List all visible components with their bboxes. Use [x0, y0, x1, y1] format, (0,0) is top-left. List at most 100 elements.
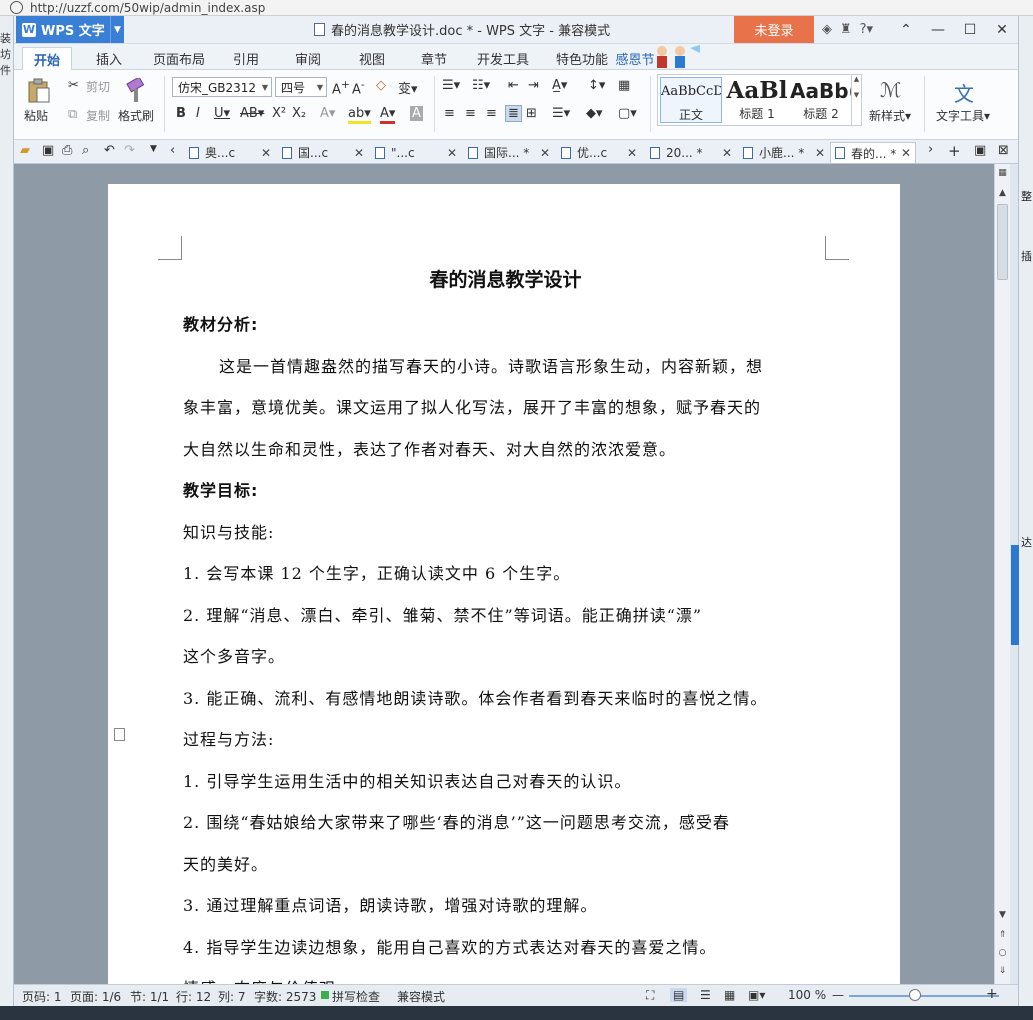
status-column[interactable]: 列: 7 — [218, 988, 246, 1005]
paragraph-layout-icon[interactable] — [114, 728, 125, 741]
close-tab-icon[interactable]: ✕ — [540, 146, 550, 160]
paste-button[interactable]: 粘贴 — [24, 107, 48, 124]
status-pages[interactable]: 页面: 1/6 — [70, 988, 121, 1005]
web-view-icon[interactable]: ▣▾ — [748, 988, 765, 1002]
close-tab-icon[interactable]: ✕ — [627, 146, 637, 160]
zoom-out-icon[interactable]: — — [832, 988, 844, 1002]
quick-access-dropdown-icon[interactable]: ▼ — [150, 144, 157, 154]
login-button[interactable]: 未登录 — [734, 16, 814, 43]
tab-chapter[interactable]: 章节 — [414, 47, 454, 70]
table-icon[interactable]: ▦ — [618, 78, 630, 93]
asian-layout-icon[interactable]: A̲▾ — [552, 78, 567, 93]
shading-icon[interactable]: ◆▾ — [586, 106, 603, 121]
scrollbar-top-icon[interactable]: ▦ — [995, 166, 1010, 180]
new-tab-icon[interactable]: + — [948, 142, 961, 160]
save-icon[interactable]: ▣ — [42, 143, 54, 158]
font-color-icon[interactable]: A▾ — [380, 106, 396, 124]
document-tab[interactable]: 小鹿... * ✕ — [743, 142, 825, 163]
text-tools-button[interactable]: 文字工具 ▾ — [936, 107, 990, 124]
cut-button[interactable]: 剪切 — [86, 78, 110, 95]
tab-developer[interactable]: 开发工具 — [474, 47, 532, 70]
align-center-icon[interactable]: ≡ — [465, 106, 476, 121]
new-style-icon[interactable]: ℳ — [880, 78, 901, 102]
line-spacing-icon[interactable]: ☰▾ — [552, 106, 570, 121]
tab-references[interactable]: 引用 — [226, 47, 266, 70]
status-section[interactable]: 节: 1/1 — [130, 988, 169, 1005]
tab-review[interactable]: 审阅 — [288, 47, 328, 70]
document-body[interactable]: 春的消息教学设计 教材分析: 这是一首情趣盎然的描写春天的小诗。诗歌语言形象生动… — [183, 264, 828, 984]
underline-icon[interactable]: U▾ — [214, 106, 230, 121]
align-left-icon[interactable]: ≡ — [444, 106, 455, 121]
fullscreen-view-icon[interactable]: ⛶ — [646, 988, 654, 1003]
zoom-slider-thumb[interactable] — [909, 989, 921, 1001]
font-name-select[interactable]: 仿宋_GB2312 ▼ — [172, 77, 272, 97]
format-painter-button[interactable]: 格式刷 — [118, 107, 154, 124]
close-tab-icon[interactable]: ✕ — [261, 146, 271, 160]
document-tab-active[interactable]: 春的... * ✕ — [830, 142, 916, 163]
tab-features[interactable]: 特色功能 — [552, 47, 612, 70]
page-view-icon[interactable]: ▤ — [670, 988, 688, 1002]
document-page[interactable]: 春的消息教学设计 教材分析: 这是一首情趣盎然的描写春天的小诗。诗歌语言形象生动… — [108, 184, 900, 984]
increase-indent-icon[interactable]: ⇥ — [528, 78, 539, 93]
print-preview-icon[interactable]: ⌕ — [82, 143, 89, 158]
print-icon[interactable]: ⎙ — [62, 143, 72, 158]
sort-icon[interactable]: ↕▾ — [588, 78, 605, 93]
document-tab[interactable]: 20... * ✕ — [650, 142, 732, 163]
close-all-tabs-icon[interactable]: ⊠ — [998, 143, 1009, 158]
clear-format-icon[interactable]: ◇ — [376, 78, 386, 93]
help-icon[interactable]: ?▾ — [860, 22, 873, 37]
redo-icon[interactable]: ↷ — [124, 143, 135, 158]
select-browse-object-icon[interactable]: ○ — [995, 946, 1010, 960]
previous-page-icon[interactable]: ⇑ — [995, 928, 1010, 942]
browser-address-bar[interactable]: http://uzzf.com/50wip/admin_index.asp — [0, 0, 1033, 16]
close-button[interactable]: ✕ — [986, 16, 1018, 43]
char-shading-icon[interactable]: A — [410, 106, 423, 121]
strikethrough-icon[interactable]: AB▾ — [240, 106, 264, 121]
skin-icon[interactable]: ♜ — [840, 22, 852, 37]
close-tab-icon[interactable]: ✕ — [722, 146, 732, 160]
vertical-scrollbar[interactable]: ▦ ▲ ▼ ⇑ ○ ⇓ — [994, 164, 1010, 984]
zoom-slider[interactable] — [849, 995, 999, 997]
justify-icon[interactable]: ≣ — [505, 105, 522, 122]
numbered-list-icon[interactable]: ☷▾ — [472, 78, 490, 93]
style-gallery-scroll[interactable]: ▲ ▼ — [851, 75, 861, 125]
border-icon[interactable]: ▢▾ — [618, 106, 637, 121]
subscript-icon[interactable]: X₂ — [292, 106, 306, 121]
scroll-up-icon[interactable]: ▲ — [995, 186, 1010, 200]
text-tools-icon[interactable]: 文 — [954, 78, 974, 107]
new-style-button[interactable]: 新样式 ▾ — [869, 107, 911, 124]
close-tab-icon[interactable]: ✕ — [901, 146, 911, 160]
format-painter-icon[interactable] — [124, 78, 148, 104]
cut-icon[interactable]: ✂ — [68, 78, 79, 93]
bullet-list-icon[interactable]: ☰▾ — [442, 78, 460, 93]
document-tab[interactable]: 国...c ✕ — [282, 142, 364, 163]
status-row[interactable]: 行: 12 — [176, 988, 211, 1005]
paste-icon[interactable] — [27, 78, 51, 104]
close-tab-icon[interactable]: ✕ — [354, 146, 364, 160]
superscript-icon[interactable]: X² — [272, 106, 286, 121]
document-tab[interactable]: 奥...c ✕ — [189, 142, 271, 163]
wps-app-menu-button[interactable]: W WPS 文字 — [16, 16, 124, 43]
tabs-scroll-left-icon[interactable]: ‹ — [170, 143, 175, 158]
document-tab[interactable]: "...c ✕ — [375, 142, 457, 163]
document-tab[interactable]: 国际... * ✕ — [468, 142, 550, 163]
status-page-number[interactable]: 页码: 1 — [22, 988, 62, 1005]
copy-icon[interactable]: ⧉ — [68, 107, 77, 122]
cloud-sync-icon[interactable]: ◈ — [822, 22, 832, 37]
style-heading-2[interactable]: AaBb( 标题 2 — [790, 77, 852, 123]
copy-button[interactable]: 复制 — [86, 107, 110, 124]
undo-icon[interactable]: ↶ — [104, 143, 115, 158]
tab-view[interactable]: 视图 — [352, 47, 392, 70]
pinyin-guide-icon[interactable]: 变▾ — [398, 78, 418, 97]
shrink-font-icon[interactable]: A- — [352, 78, 365, 97]
reading-view-icon[interactable]: ▦ — [724, 988, 735, 1002]
tab-insert[interactable]: 插入 — [86, 47, 132, 70]
distribute-icon[interactable]: ⊞ — [526, 106, 537, 121]
status-spell-check[interactable]: 拼写检查 — [332, 988, 380, 1005]
style-normal[interactable]: AaBbCcD 正文 — [660, 77, 722, 123]
text-effect-icon[interactable]: A▾ — [320, 106, 335, 121]
maximize-button[interactable]: ☐ — [954, 16, 986, 43]
tab-list-icon[interactable]: ▣ — [974, 143, 986, 158]
tab-page-layout[interactable]: 页面布局 — [148, 47, 210, 70]
scroll-down-icon[interactable]: ▼ — [995, 908, 1010, 922]
